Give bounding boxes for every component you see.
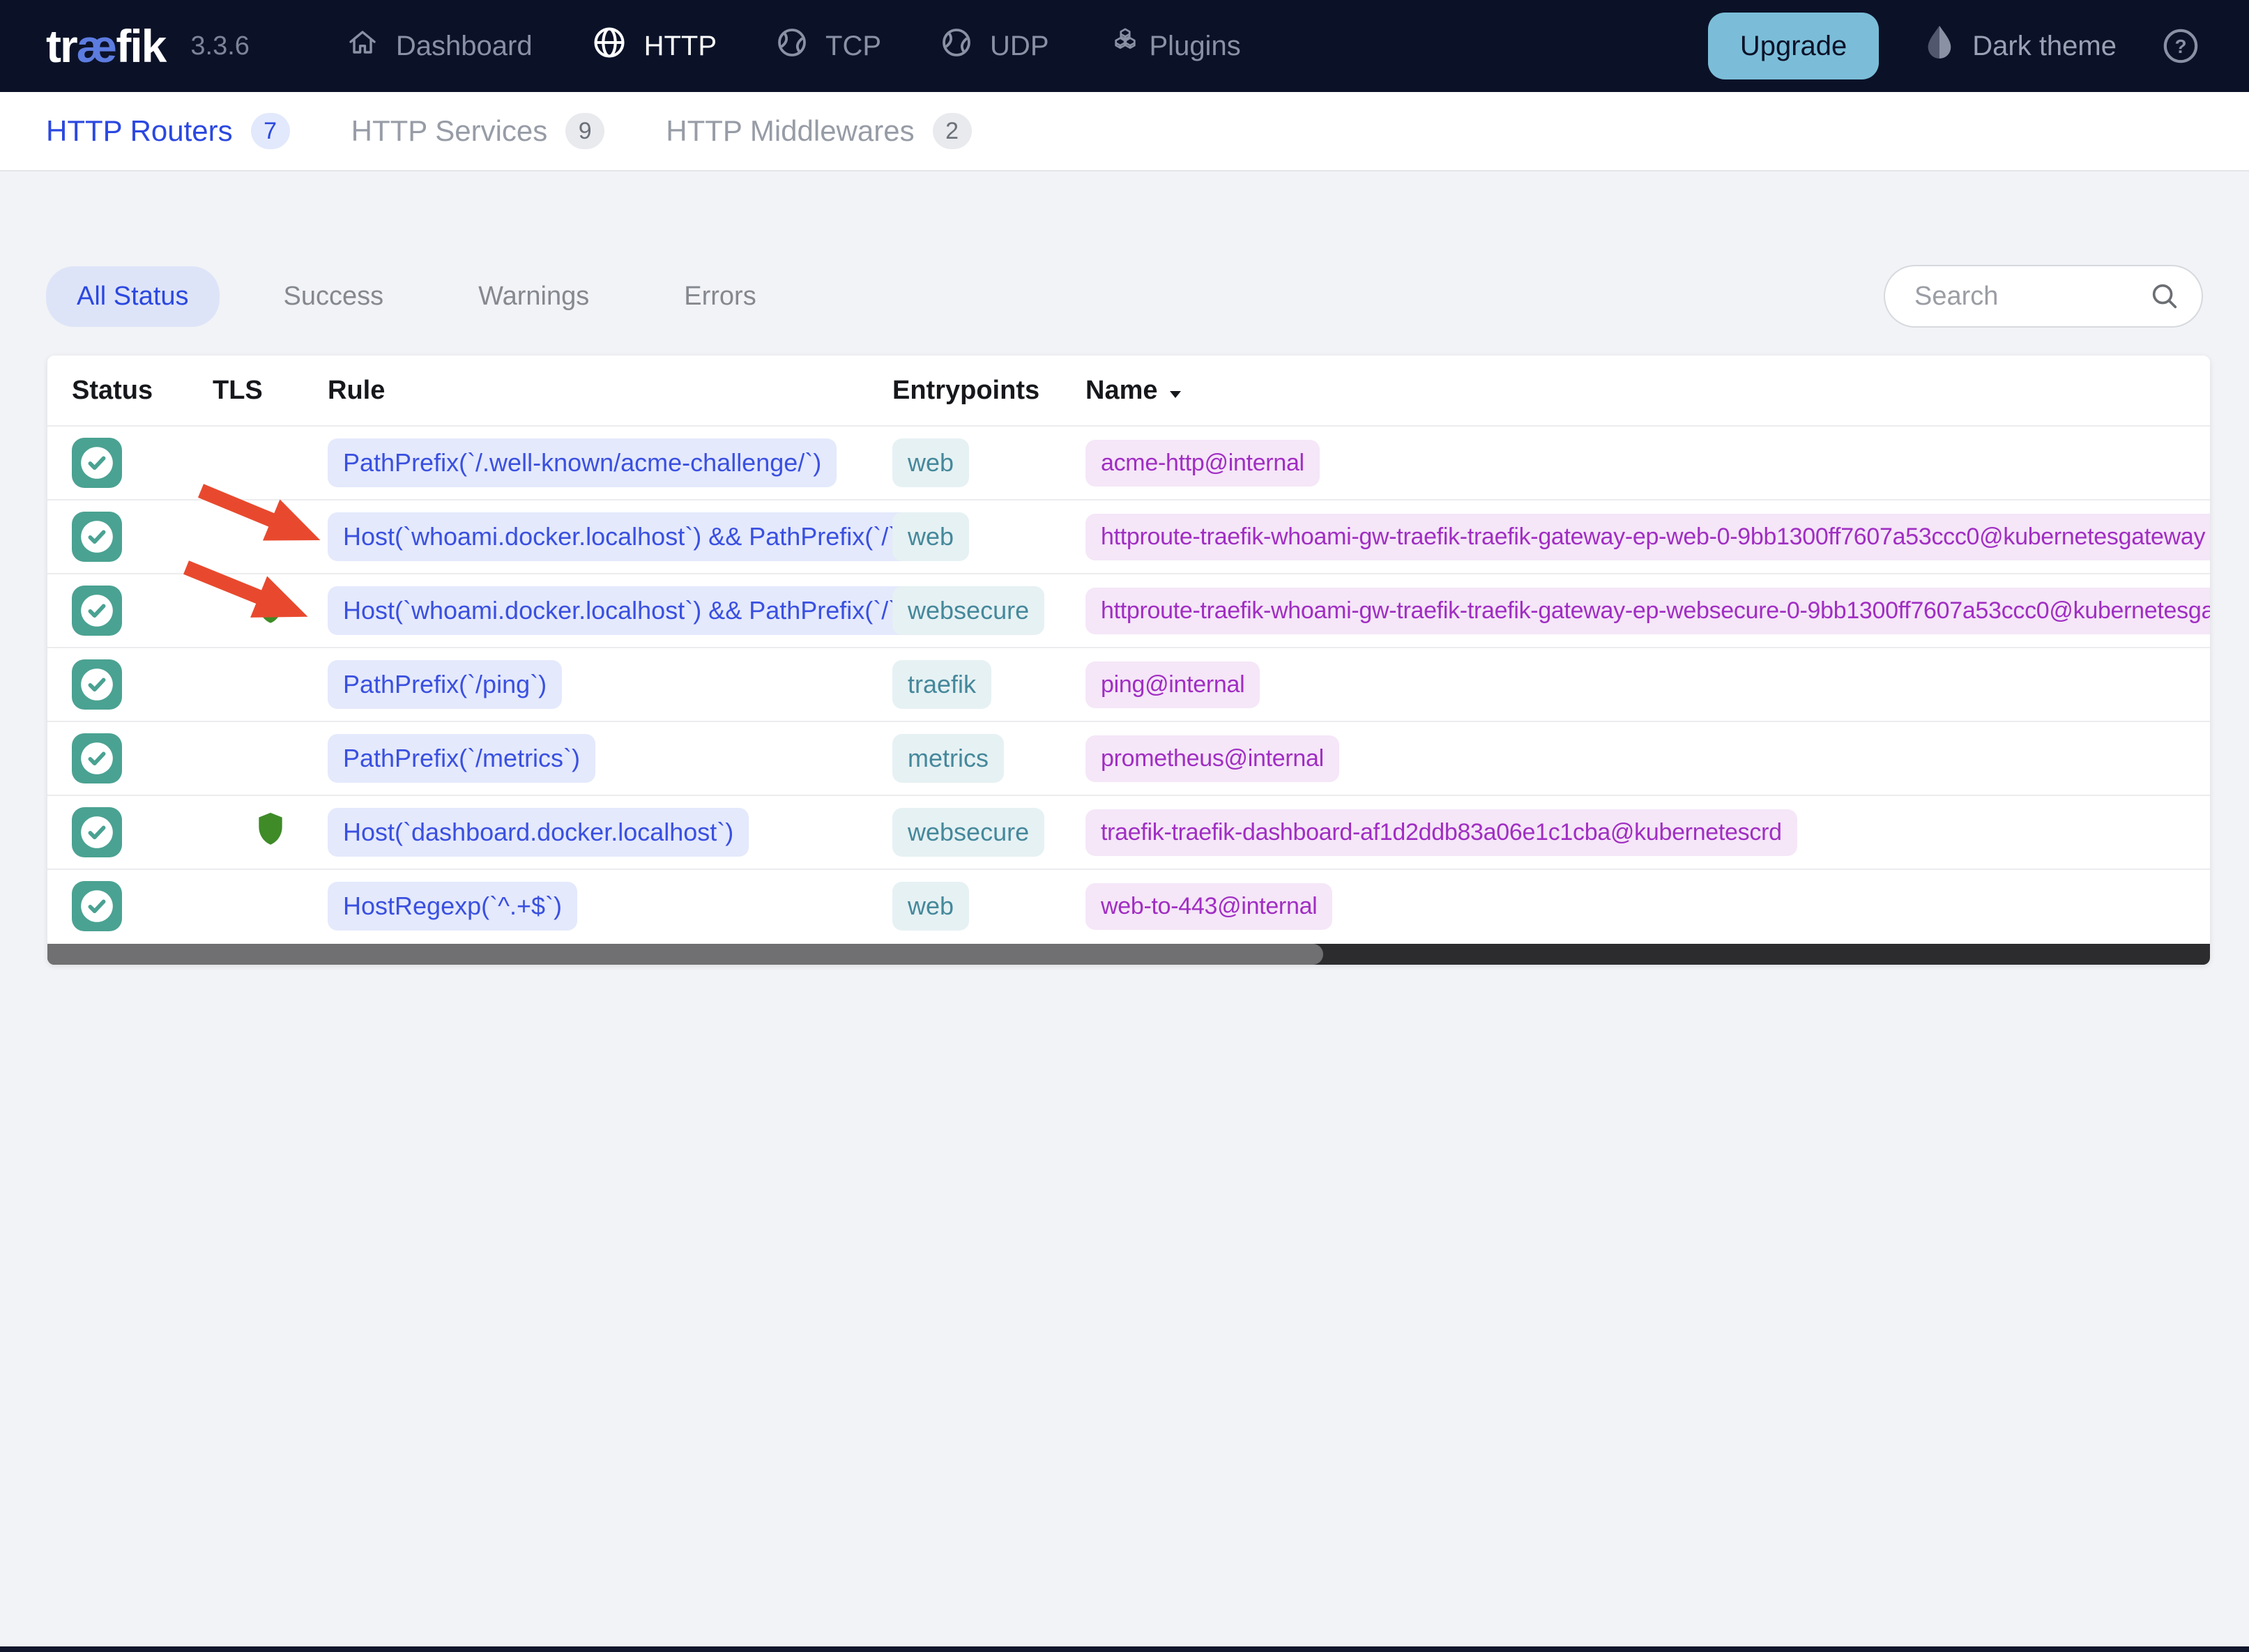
navbar-right: Upgrade Dark theme ? (1707, 13, 2200, 79)
contrast-drop-icon (1923, 23, 1956, 69)
name-pill: prometheus@internal (1085, 735, 1339, 782)
column-header-entrypoints[interactable]: Entrypoints (892, 376, 1085, 406)
nav-item-dashboard[interactable]: Dashboard (317, 26, 562, 66)
home-icon (346, 26, 379, 66)
nav-item-http[interactable]: HTTP (562, 24, 746, 68)
tab-count-badge: 7 (250, 113, 290, 149)
filter-warnings[interactable]: Warnings (448, 266, 620, 327)
globe-icon (591, 24, 627, 68)
entrypoint-pill: traefik (892, 660, 992, 709)
table-row[interactable]: Host(`whoami.docker.localhost`) && PathP… (47, 573, 2210, 647)
nav-item-label: Plugins (1149, 30, 1241, 61)
status-success-icon (72, 438, 122, 488)
rule-pill: PathPrefix(`/metrics`) (328, 734, 596, 783)
tls-shield-icon (253, 810, 288, 855)
horizontal-scrollbar[interactable] (47, 944, 2210, 965)
status-success-icon (72, 659, 122, 710)
table-row[interactable]: PathPrefix(`/ping`) traefik ping@interna… (47, 647, 2210, 721)
name-pill: acme-http@internal (1085, 439, 1320, 487)
tab-label: HTTP Services (351, 114, 548, 147)
tab-label: HTTP Routers (46, 114, 233, 147)
globe-icon (775, 26, 809, 66)
tab-label: HTTP Middlewares (666, 114, 915, 147)
filter-success[interactable]: Success (253, 266, 415, 327)
dark-theme-label: Dark theme (1972, 30, 2117, 61)
search-box (1884, 265, 2203, 328)
filter-errors[interactable]: Errors (653, 266, 786, 327)
table-body: PathPrefix(`/.well-known/acme-challenge/… (47, 425, 2210, 942)
table-header-row: Status TLS Rule Entrypoints Name (47, 355, 2210, 425)
nav-item-plugins[interactable]: Plugins (1078, 25, 1270, 67)
rule-pill: HostRegexp(`^.+$`) (328, 882, 577, 931)
column-header-rule[interactable]: Rule (328, 376, 892, 406)
svg-text:?: ? (2174, 36, 2186, 57)
rule-pill: Host(`whoami.docker.localhost`) && PathP… (328, 586, 921, 635)
name-pill: web-to-443@internal (1085, 882, 1333, 930)
status-success-icon (72, 586, 122, 636)
entrypoint-pill: websecure (892, 808, 1045, 857)
window-bottom-edge (0, 1646, 2249, 1652)
entrypoint-pill: web (892, 512, 970, 561)
table-row[interactable]: Host(`dashboard.docker.localhost`) webse… (47, 795, 2210, 869)
section-tabs: HTTP Routers 7 HTTP Services 9 HTTP Midd… (0, 92, 2249, 171)
globe-icon (940, 26, 973, 66)
top-navbar: træfik 3.3.6 Dashboard HTTP TCP UDP Plug… (0, 0, 2249, 92)
help-icon[interactable]: ? (2161, 26, 2200, 66)
table-row[interactable]: PathPrefix(`/metrics`) metrics prometheu… (47, 721, 2210, 795)
version-label: 3.3.6 (190, 31, 250, 61)
tab-http-routers[interactable]: HTTP Routers 7 (46, 113, 290, 149)
name-pill: httproute-traefik-whoami-gw-traefik-trae… (1085, 513, 2210, 560)
entrypoint-pill: websecure (892, 586, 1045, 635)
nav-item-label: Dashboard (395, 30, 533, 61)
table-row[interactable]: PathPrefix(`/.well-known/acme-challenge/… (47, 425, 2210, 499)
column-header-status[interactable]: Status (47, 376, 213, 406)
nav-item-udp[interactable]: UDP (910, 26, 1078, 66)
rule-pill: Host(`whoami.docker.localhost`) && PathP… (328, 512, 921, 561)
search-icon (2149, 280, 2181, 316)
traefik-logo[interactable]: træfik (46, 20, 167, 72)
filter-all-status[interactable]: All Status (46, 266, 220, 327)
tab-http-middlewares[interactable]: HTTP Middlewares 2 (666, 113, 972, 149)
scrollbar-thumb[interactable] (47, 944, 1324, 965)
table-row[interactable]: HostRegexp(`^.+$`) web web-to-443@intern… (47, 869, 2210, 942)
rule-pill: Host(`dashboard.docker.localhost`) (328, 808, 749, 857)
tab-count-badge: 2 (932, 113, 972, 149)
rule-pill: PathPrefix(`/.well-known/acme-challenge/… (328, 438, 837, 487)
rule-pill: PathPrefix(`/ping`) (328, 660, 563, 709)
name-pill: ping@internal (1085, 661, 1260, 708)
table-row[interactable]: Host(`whoami.docker.localhost`) && PathP… (47, 499, 2210, 573)
status-success-icon (72, 733, 122, 783)
dark-theme-toggle[interactable]: Dark theme (1923, 23, 2117, 69)
status-filter-row: All Status Success Warnings Errors (46, 265, 2203, 328)
name-pill: traefik-traefik-dashboard-af1d2ddb83a06e… (1085, 809, 1797, 856)
entrypoint-pill: web (892, 438, 970, 487)
sort-caret-icon (1169, 376, 1182, 406)
main-nav: Dashboard HTTP TCP UDP Plugins (317, 24, 1270, 68)
tls-shield-icon (253, 588, 288, 634)
status-success-icon (72, 512, 122, 562)
nav-item-tcp[interactable]: TCP (746, 26, 910, 66)
tab-count-badge: 9 (565, 113, 605, 149)
nav-item-label: UDP (990, 30, 1049, 61)
routers-table: Status TLS Rule Entrypoints Name PathPre… (47, 355, 2210, 965)
column-header-name[interactable]: Name (1085, 376, 2210, 406)
upgrade-button[interactable]: Upgrade (1707, 13, 1880, 79)
tab-http-services[interactable]: HTTP Services 9 (351, 113, 605, 149)
cubes-icon (1108, 25, 1143, 67)
nav-item-label: HTTP (643, 30, 717, 61)
entrypoint-pill: metrics (892, 734, 1004, 783)
name-pill: httproute-traefik-whoami-gw-traefik-trae… (1085, 587, 2210, 634)
status-success-icon (72, 807, 122, 857)
entrypoint-pill: web (892, 882, 970, 931)
column-header-tls[interactable]: TLS (213, 376, 328, 406)
status-success-icon (72, 881, 122, 931)
nav-item-label: TCP (825, 30, 882, 61)
